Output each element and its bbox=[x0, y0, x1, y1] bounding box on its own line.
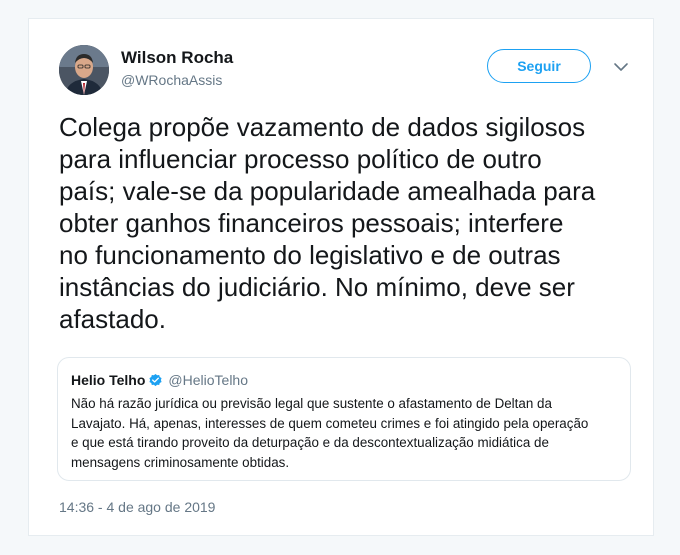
tweet-text-line: no funcionamento do legislativo e de out… bbox=[59, 240, 561, 270]
quoted-author-name: Helio Telho bbox=[71, 372, 146, 388]
quoted-text-line: mensagens criminosamente obtidas. bbox=[71, 454, 290, 470]
tweet-text-line: afastado. bbox=[59, 304, 166, 334]
verified-badge-icon bbox=[149, 373, 162, 386]
tweet-text-line: instâncias do judiciário. No mínimo, dev… bbox=[59, 272, 575, 302]
tweet-text-line: para influenciar processo político de ou… bbox=[59, 144, 542, 174]
tweet-text: Colega propõe vazamento de dados sigilos… bbox=[59, 111, 639, 335]
author-handle[interactable]: @WRochaAssis bbox=[121, 72, 222, 88]
chevron-down-icon[interactable] bbox=[613, 60, 629, 72]
tweet-text-line: obter ganhos financeiros pessoais; inter… bbox=[59, 208, 564, 238]
follow-button[interactable]: Seguir bbox=[487, 49, 591, 83]
quoted-author-handle: @HelioTelho bbox=[168, 372, 249, 388]
profile-photo-icon bbox=[59, 45, 109, 95]
quoted-text-line: Não há razão jurídica ou previsão legal … bbox=[71, 396, 552, 411]
tweet-text-line: país; vale-se da popularidade amealhada … bbox=[59, 176, 596, 206]
quoted-text-line: Lavajato. Há, apenas, interesses de quem… bbox=[71, 415, 589, 431]
author-name[interactable]: Wilson Rocha bbox=[121, 48, 233, 68]
quoted-tweet[interactable]: Helio Telho @HelioTelho Não há razão jur… bbox=[57, 357, 631, 481]
quoted-tweet-text: Não há razão jurídica ou previsão legal … bbox=[71, 394, 623, 472]
quoted-text-line: e que está tirando proveito da deturpaçã… bbox=[71, 435, 549, 450]
tweet-card: Wilson Rocha @WRochaAssis Seguir Colega … bbox=[28, 18, 654, 536]
quoted-tweet-header: Helio Telho @HelioTelho bbox=[71, 371, 248, 389]
avatar[interactable] bbox=[59, 45, 109, 95]
tweet-timestamp[interactable]: 14:36 - 4 de ago de 2019 bbox=[59, 499, 215, 515]
tweet-text-line: Colega propõe vazamento de dados sigilos… bbox=[59, 112, 586, 142]
